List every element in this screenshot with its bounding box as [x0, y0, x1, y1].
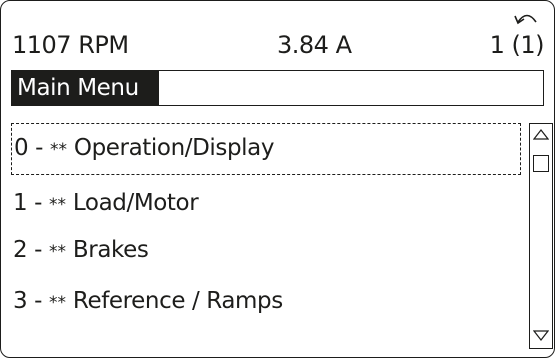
menu-item-brakes[interactable]: 2 - ** Brakes	[11, 224, 521, 276]
menu-title-bar: Main Menu	[11, 70, 544, 106]
motor-speed-readout: 1107 RPM	[12, 31, 129, 59]
menu-item-load-motor[interactable]: 1 - ** Load/Motor	[11, 177, 521, 229]
menu-item-stars: **	[48, 242, 66, 262]
scrollbar-thumb[interactable]	[533, 155, 549, 172]
triangle-up-icon[interactable]	[533, 128, 549, 140]
menu-item-label: Load/Motor	[72, 190, 199, 216]
page-title: Main Menu	[12, 71, 159, 105]
menu-item-number: 2 -	[13, 237, 43, 263]
menu-item-label: Reference / Ramps	[72, 288, 283, 314]
cycle-arrow-icon	[514, 14, 537, 25]
menu-item-operation-display[interactable]: 0 - ** Operation/Display	[11, 123, 521, 175]
menu-scrollbar[interactable]	[529, 123, 553, 349]
triangle-down-icon[interactable]	[533, 330, 549, 342]
menu-item-number: 0 -	[14, 135, 44, 161]
active-setup-readout: 1 (1)	[489, 31, 545, 59]
menu-item-number: 1 -	[13, 190, 43, 216]
menu-item-label: Brakes	[72, 237, 149, 263]
status-bar: 1107 RPM 3.84 A 1 (1)	[1, 1, 554, 63]
menu-item-reference-ramps[interactable]: 3 - ** Reference / Ramps	[11, 275, 521, 327]
menu-item-stars: **	[48, 293, 66, 313]
menu-item-number: 3 -	[13, 288, 43, 314]
motor-current-readout: 3.84 A	[277, 31, 352, 59]
menu-item-stars: **	[48, 195, 66, 215]
lcp-display: 1107 RPM 3.84 A 1 (1) Main Menu 0 - ** O…	[0, 0, 555, 358]
menu-item-label: Operation/Display	[73, 135, 275, 161]
menu-item-stars: **	[49, 140, 67, 160]
